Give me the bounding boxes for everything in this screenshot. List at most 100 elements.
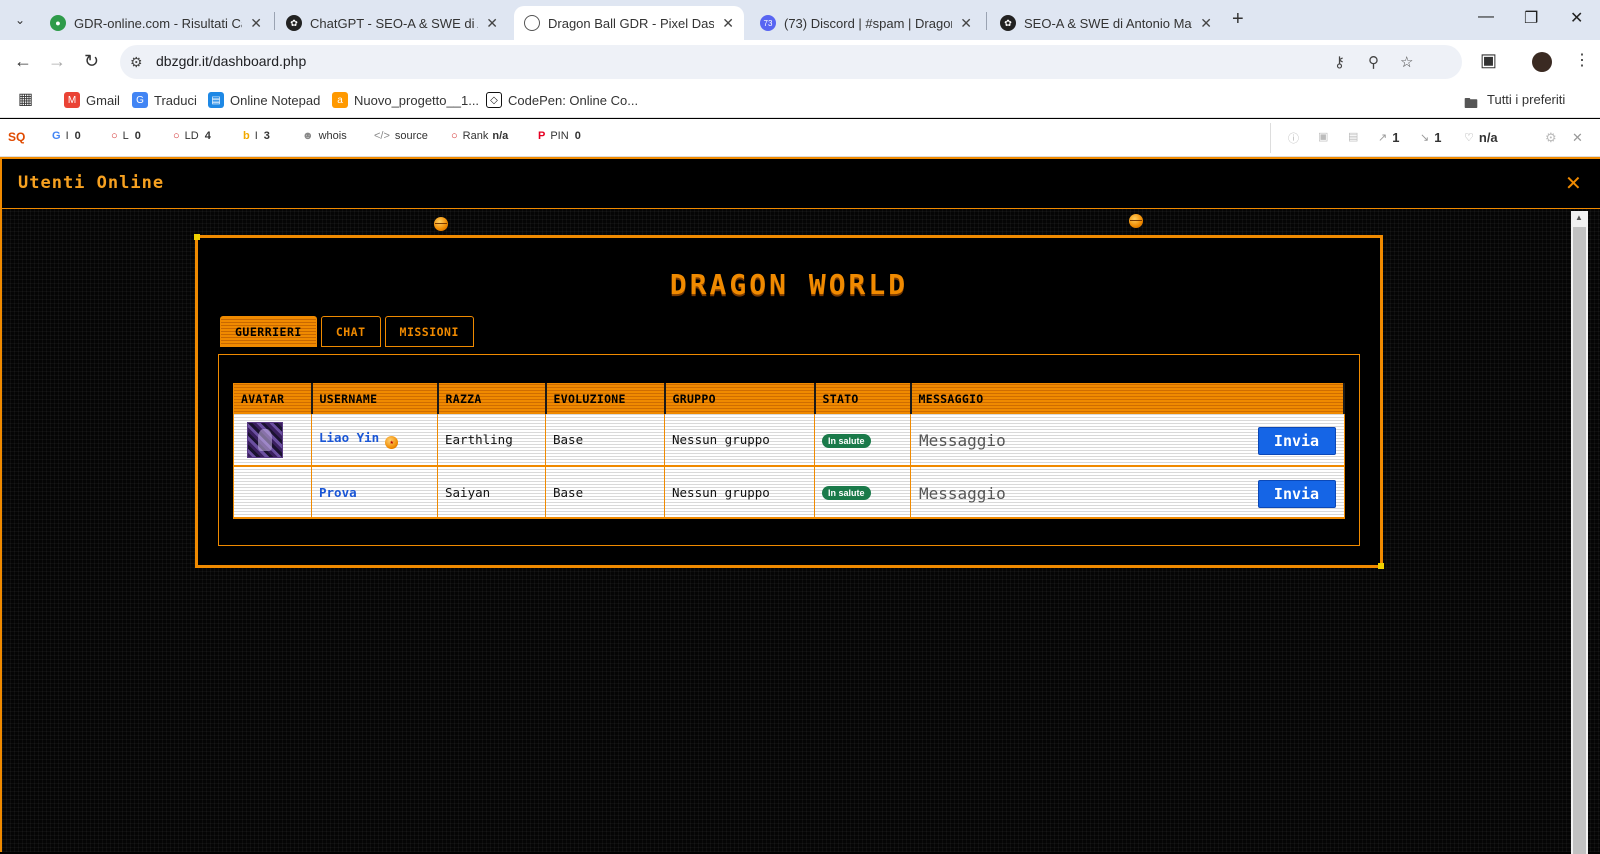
dashboard-window: DRAGON WORLD GUERRIERI CHAT MISSIONI AVA… [194,234,1384,569]
seo-item-whois[interactable]: ☻ whois [302,130,347,142]
evoluzione-cell: Base [545,466,665,519]
browser-tab[interactable]: 73 (73) Discord | #spam | Dragon B ✕ [750,6,982,40]
browser-tab[interactable]: ✿ SEO-A & SWE di Antonio Matti ✕ [990,6,1222,40]
seo-item-google-index[interactable]: G I0 [52,130,81,142]
bookmark-gmail[interactable]: M Gmail [64,92,120,108]
bookmark-label: Online Notepad [230,92,321,108]
circle-icon: ○ [111,130,118,142]
extensions-puzzle-icon[interactable]: ▣ [1480,50,1497,71]
avatar-cell [233,466,312,519]
seo-item-label: I [65,130,69,142]
close-tab-icon[interactable]: ✕ [722,15,734,32]
dragon-ball-icon: ★ [385,436,399,449]
warriors-tab-panel: AVATAR USERNAME RAZZA EVOLUZIONE GRUPPO … [218,354,1360,546]
close-tab-icon[interactable]: ✕ [486,15,498,32]
all-bookmarks[interactable]: Tutti i preferiti [1487,92,1565,107]
seo-item-label: Rank [462,130,489,142]
tab-search-chevron-icon[interactable]: ⌄ [8,8,32,32]
internal-links-stat[interactable]: ↘ 1 [1420,130,1441,145]
info-icon[interactable]: ⓘ [1288,130,1299,146]
reload-icon[interactable]: ↻ [84,51,99,72]
seo-item-bing-index[interactable]: b I3 [243,130,270,142]
scroll-up-icon[interactable]: ▲ [1575,213,1583,222]
browser-tab[interactable]: ● GDR-online.com - Risultati Cam ✕ [40,6,272,40]
seoquake-logo-icon[interactable]: SQ [8,130,25,144]
seo-item-linking-domains[interactable]: ○ LD 4 [173,130,211,142]
seo-item-rank[interactable]: ○ Rank n/a [451,130,508,142]
bookmark-label: Gmail [86,92,120,108]
forward-icon[interactable]: → [48,51,66,72]
monitor-icon[interactable]: ▣ [1318,130,1328,143]
username-cell: Prova [311,466,438,519]
bookmark-label: Traduci [154,92,197,108]
browser-tab[interactable]: ✿ ChatGPT - SEO-A & SWE di Ant ✕ [276,6,508,40]
tab-divider [274,12,275,30]
zoom-icon[interactable]: ⚲ [1368,53,1379,71]
chart-icon[interactable]: ▤ [1348,130,1358,143]
bookmark-star-icon[interactable]: ☆ [1400,53,1413,71]
bookmark-nuovo-progetto[interactable]: a Nuovo_progetto__1... [332,92,479,108]
scrollbar-thumb[interactable] [1573,227,1586,854]
settings-gear-icon[interactable]: ⚙ [1545,130,1557,146]
circle-icon: ○ [451,130,458,142]
page-scrollbar[interactable]: ▲ [1571,211,1588,854]
tab-guerrieri[interactable]: GUERRIERI [220,316,317,347]
bookmark-notepad[interactable]: ▤ Online Notepad [208,92,320,108]
browser-tab-bar: ⌄ ● GDR-online.com - Risultati Cam ✕ ✿ C… [0,0,1600,40]
notepad-icon: ▤ [208,92,224,108]
status-badge: In salute [822,486,871,500]
back-icon[interactable]: ← [14,51,32,72]
close-window-icon[interactable]: ✕ [1570,8,1583,28]
rank-stat[interactable]: ♡ n/a [1464,130,1498,145]
browser-menu-icon[interactable]: ⋮ [1574,50,1590,70]
url-text[interactable]: dbzgdr.it/dashboard.php [156,53,306,69]
password-key-icon[interactable]: ⚷ [1334,53,1345,71]
message-cell: Invia [910,414,1345,467]
seo-item-links[interactable]: ○ L0 [111,130,141,142]
column-header-stato: STATO [814,383,912,414]
close-tab-icon[interactable]: ✕ [1200,15,1212,32]
online-users-panel-header: Utenti Online ✕ [2,159,1600,209]
close-tab-icon[interactable]: ✕ [250,15,262,32]
avatar[interactable] [247,421,283,458]
profile-avatar[interactable] [1532,52,1552,72]
apps-grid-icon[interactable]: ▦ [18,89,33,109]
tab-chat[interactable]: CHAT [320,316,381,347]
pinterest-icon: P [538,130,546,142]
panel-title: Utenti Online [18,173,165,193]
seo-item-pinterest[interactable]: P PIN 0 [538,130,581,142]
bookmark-translate[interactable]: G Traduci [132,92,197,108]
message-input[interactable] [919,427,1239,453]
gruppo-cell: Nessun gruppo [664,414,815,467]
seo-item-source[interactable]: </> source [374,130,428,142]
site-info-icon[interactable]: ⚙ [130,54,143,71]
username-link[interactable]: Prova [319,485,357,500]
seo-item-value: 3 [263,130,270,142]
close-toolbar-icon[interactable]: ✕ [1572,130,1583,146]
evoluzione-cell: Base [545,414,665,467]
resize-handle[interactable] [194,234,200,240]
url-omnibox[interactable]: ⚙ dbzgdr.it/dashboard.php ⚷ ⚲ ☆ [120,45,1462,79]
seo-item-value: 0 [134,130,141,142]
username-cell: Liao Yin ★ [311,414,438,467]
send-message-button[interactable]: Invia [1257,427,1336,455]
restore-icon[interactable]: ❐ [1524,8,1538,28]
bookmark-codepen[interactable]: ◇ CodePen: Online Co... [486,92,638,108]
globe-favicon-icon [524,15,540,31]
seo-item-label: PIN [550,130,569,142]
tab-title: SEO-A & SWE di Antonio Matti [1024,15,1193,31]
browser-tab-active[interactable]: Dragon Ball GDR - Pixel Dashbo ✕ [514,6,744,40]
tab-missioni[interactable]: MISSIONI [384,316,474,347]
table-row: Liao Yin ★ Earthling Base Nessun gruppo I… [233,414,1345,467]
chatgpt-favicon-icon: ✿ [286,15,302,31]
external-links-stat[interactable]: ↗ 1 [1378,130,1399,145]
send-message-button[interactable]: Invia [1257,480,1336,508]
message-input[interactable] [919,480,1239,506]
close-tab-icon[interactable]: ✕ [960,15,972,32]
minimize-icon[interactable]: — [1478,8,1494,26]
resize-handle[interactable] [1378,563,1384,569]
close-panel-icon[interactable]: ✕ [1565,171,1582,196]
username-link[interactable]: Liao Yin [319,430,379,445]
new-tab-icon[interactable]: + [1232,8,1244,31]
dragon-ball-icon [434,217,448,231]
